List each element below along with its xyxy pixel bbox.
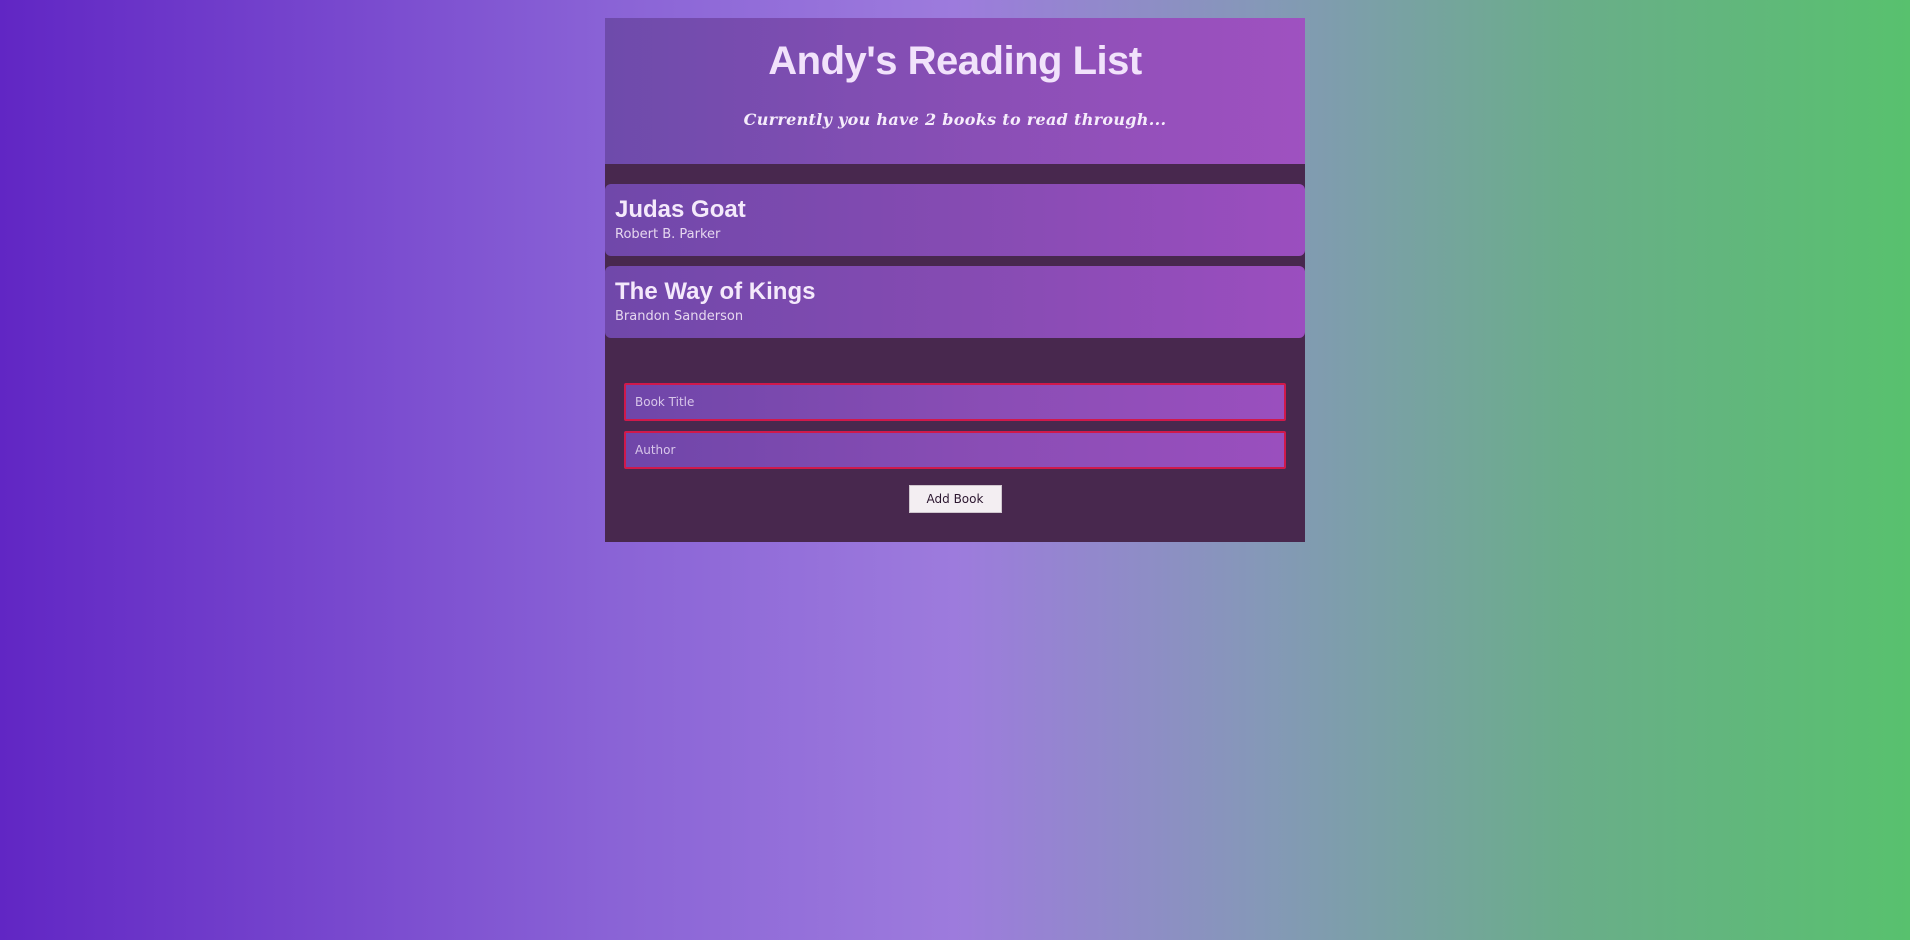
add-book-form: Add Book (624, 383, 1286, 513)
header: Andy's Reading List Currently you have 2… (605, 18, 1305, 164)
book-author: Robert B. Parker (615, 227, 721, 242)
book-item[interactable]: The Way of Kings Brandon Sanderson (605, 266, 1305, 338)
book-title: The Way of Kings (615, 278, 816, 305)
book-count-subtitle: Currently you have 2 books to read throu… (743, 110, 1167, 129)
book-title: Judas Goat (615, 196, 746, 223)
page-title: Andy's Reading List (768, 39, 1142, 83)
book-author: Brandon Sanderson (615, 309, 744, 324)
book-item[interactable]: Judas Goat Robert B. Parker (605, 184, 1305, 256)
book-list: Judas Goat Robert B. Parker The Way of K… (605, 164, 1305, 338)
author-input[interactable] (624, 431, 1286, 469)
add-book-button[interactable]: Add Book (908, 485, 1002, 513)
reading-list-app: Andy's Reading List Currently you have 2… (605, 18, 1305, 542)
book-title-input[interactable] (624, 383, 1286, 421)
